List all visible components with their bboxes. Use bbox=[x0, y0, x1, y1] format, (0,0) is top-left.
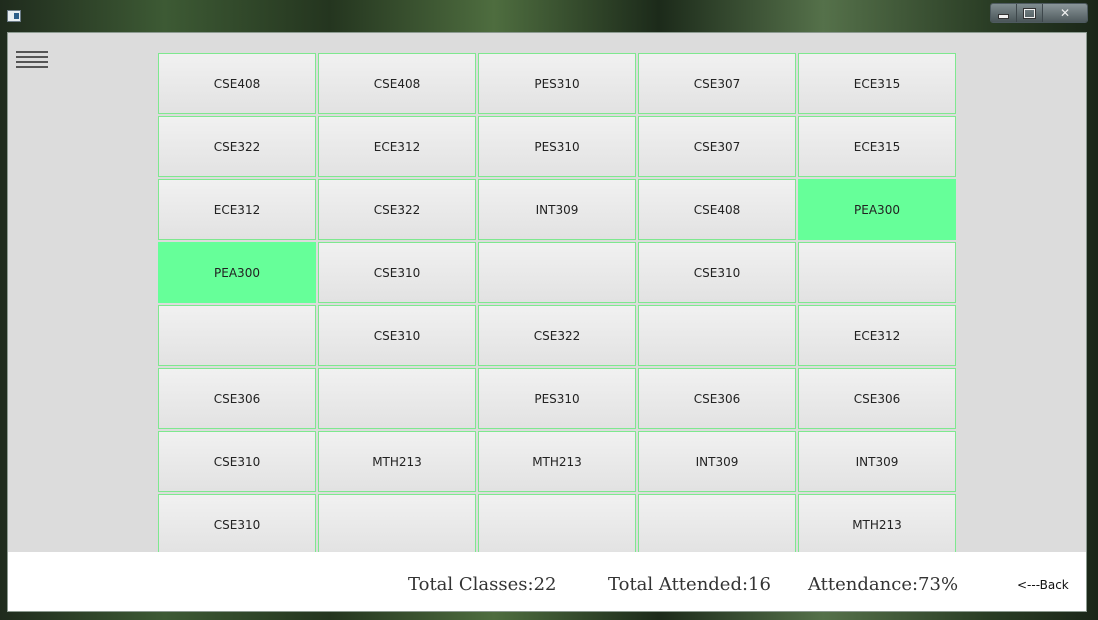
timetable-cell[interactable] bbox=[798, 242, 956, 303]
window-titlebar: ✕ bbox=[0, 0, 1098, 32]
timetable-cell[interactable]: ECE312 bbox=[798, 305, 956, 366]
summary-footer: Total Classes:22 Total Attended:16 Atten… bbox=[8, 552, 1086, 611]
timetable-row: ECE312 CSE322 INT309 CSE408 PEA300 bbox=[157, 179, 957, 242]
menu-line bbox=[16, 66, 48, 68]
timetable-cell[interactable]: CSE408 bbox=[318, 53, 476, 114]
back-button[interactable]: <---Back bbox=[1017, 578, 1069, 592]
timetable-cell[interactable]: PEA300 bbox=[798, 179, 956, 240]
menu-line bbox=[16, 56, 48, 58]
total-attended-label: Total Attended:16 bbox=[608, 574, 771, 595]
timetable-row: CSE408 CSE408 PES310 CSE307 ECE315 bbox=[157, 53, 957, 116]
timetable-cell[interactable]: INT309 bbox=[478, 179, 636, 240]
timetable-cell[interactable]: CSE322 bbox=[318, 179, 476, 240]
timetable-cell[interactable]: INT309 bbox=[798, 431, 956, 492]
timetable-cell[interactable]: INT309 bbox=[638, 431, 796, 492]
timetable-cell[interactable]: CSE310 bbox=[638, 242, 796, 303]
timetable-cell[interactable] bbox=[158, 305, 316, 366]
timetable-cell[interactable]: PES310 bbox=[478, 368, 636, 429]
timetable-cell[interactable]: CSE306 bbox=[798, 368, 956, 429]
timetable-row: CSE310 MTH213 MTH213 INT309 INT309 bbox=[157, 431, 957, 494]
timetable-cell[interactable]: CSE307 bbox=[638, 53, 796, 114]
timetable-row: CSE306 PES310 CSE306 CSE306 bbox=[157, 368, 957, 431]
total-classes-label: Total Classes:22 bbox=[408, 574, 557, 595]
timetable-cell[interactable]: MTH213 bbox=[798, 494, 956, 553]
timetable-cell[interactable]: ECE315 bbox=[798, 116, 956, 177]
timetable-cell[interactable]: CSE322 bbox=[478, 305, 636, 366]
timetable-cell[interactable]: PES310 bbox=[478, 116, 636, 177]
timetable-cell[interactable]: ECE312 bbox=[318, 116, 476, 177]
menu-line bbox=[16, 61, 48, 63]
minimize-button[interactable] bbox=[991, 4, 1017, 22]
timetable-cell[interactable]: CSE322 bbox=[158, 116, 316, 177]
timetable-cell[interactable]: PEA300 bbox=[158, 242, 316, 303]
timetable-cell[interactable] bbox=[318, 494, 476, 553]
timetable-cell[interactable]: CSE310 bbox=[158, 431, 316, 492]
maximize-icon bbox=[1024, 8, 1035, 18]
hamburger-menu-icon[interactable] bbox=[16, 51, 48, 73]
timetable-row: CSE310 MTH213 bbox=[157, 494, 957, 553]
timetable-cell[interactable]: CSE408 bbox=[158, 53, 316, 114]
timetable-cell[interactable]: ECE312 bbox=[158, 179, 316, 240]
timetable-cell[interactable]: CSE307 bbox=[638, 116, 796, 177]
window-controls: ✕ bbox=[990, 3, 1088, 23]
app-client-area: CSE408 CSE408 PES310 CSE307 ECE315 CSE322 ECE3… bbox=[7, 32, 1087, 612]
timetable-cell[interactable]: PES310 bbox=[478, 53, 636, 114]
timetable-cell[interactable]: CSE306 bbox=[158, 368, 316, 429]
timetable-row: CSE310 CSE322 ECE312 bbox=[157, 305, 957, 368]
attendance-percent-label: Attendance:73% bbox=[808, 574, 959, 595]
menu-line bbox=[16, 51, 48, 53]
minimize-icon bbox=[998, 13, 1009, 19]
close-button[interactable]: ✕ bbox=[1043, 4, 1087, 22]
maximize-button[interactable] bbox=[1017, 4, 1043, 22]
timetable-cell[interactable]: ECE315 bbox=[798, 53, 956, 114]
timetable-cell[interactable] bbox=[318, 368, 476, 429]
timetable-cell[interactable] bbox=[478, 494, 636, 553]
timetable-cell[interactable] bbox=[638, 494, 796, 553]
timetable-cell[interactable]: MTH213 bbox=[318, 431, 476, 492]
timetable-row: PEA300 CSE310 CSE310 bbox=[157, 242, 957, 305]
timetable-row: CSE322 ECE312 PES310 CSE307 ECE315 bbox=[157, 116, 957, 179]
timetable-cell[interactable] bbox=[478, 242, 636, 303]
timetable-cell[interactable]: MTH213 bbox=[478, 431, 636, 492]
timetable-grid: CSE408 CSE408 PES310 CSE307 ECE315 CSE322 ECE3… bbox=[157, 53, 957, 553]
timetable-cell[interactable]: CSE310 bbox=[318, 305, 476, 366]
timetable-cell[interactable]: CSE306 bbox=[638, 368, 796, 429]
timetable-cell[interactable]: CSE310 bbox=[318, 242, 476, 303]
app-icon bbox=[7, 10, 21, 22]
timetable-cell[interactable] bbox=[638, 305, 796, 366]
timetable-cell[interactable]: CSE408 bbox=[638, 179, 796, 240]
timetable-cell[interactable]: CSE310 bbox=[158, 494, 316, 553]
close-icon: ✕ bbox=[1059, 6, 1071, 20]
